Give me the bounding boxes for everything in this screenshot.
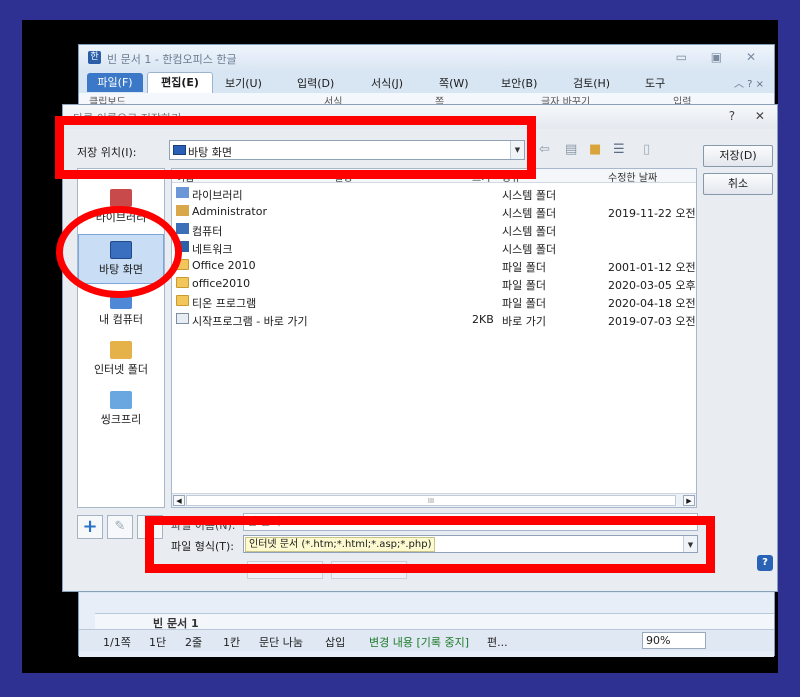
file-size: 2KB [472,313,494,326]
horizontal-scrollbar[interactable]: ◀ III ▶ [172,493,696,507]
menu-edit[interactable]: 편집(E) [147,72,213,93]
cancel-button[interactable]: 취소 [703,173,773,195]
file-type: 파일 폴더 [502,297,546,310]
file-row[interactable]: Office 2010 파일 폴더 2001-01-12 오전 1 [172,257,696,275]
back-icon[interactable]: ⇦ [539,142,550,157]
menu-format[interactable]: 서식(J) [371,75,403,91]
file-row[interactable]: 컴퓨터 시스템 폴더 [172,221,696,239]
save-button[interactable]: 저장(D) [703,145,773,167]
app-titlebar: 한 빈 문서 1 - 한컴오피스 한글 ▭ ▣ ✕ [79,45,774,71]
column-modified[interactable]: 수정한 날짜 [608,169,657,184]
hwp-logo-icon: 한 [88,51,101,64]
file-row[interactable]: office2010 파일 폴더 2020-03-05 오후 6 [172,275,696,293]
file-date: 2020-04-18 오전 1 [608,297,697,310]
file-type: 파일 폴더 [502,279,546,292]
zoom-value: 90% [646,634,671,647]
computer-icon [176,223,189,234]
status-line: 2줄 [185,636,203,649]
annotation-circle-desktop [56,206,182,298]
place-label: 내 컴퓨터 [99,313,143,326]
file-name: 라이브러리 [192,189,243,202]
file-name: Office 2010 [192,259,256,272]
scroll-right-icon[interactable]: ▶ [683,495,695,506]
status-column: 1칸 [223,636,241,649]
thinkfree-icon [110,391,132,409]
zoom-select[interactable]: 90% [642,632,706,649]
library-icon [176,187,189,198]
app-title: 빈 문서 1 - 한컴오피스 한글 [107,53,237,66]
file-name: 시작프로그램 - 바로 가기 [192,315,308,328]
folder-icon [176,277,189,288]
file-row[interactable]: 티온 프로그램 파일 폴더 2020-04-18 오전 1 [172,293,696,311]
edit-place-icon[interactable]: ✎ [107,515,133,539]
file-type: 시스템 폴더 [502,207,557,220]
file-row[interactable]: 시작프로그램 - 바로 가기 2KB 바로 가기 2019-07-03 오전 1 [172,311,696,329]
file-type: 파일 폴더 [502,261,546,274]
document-tabs: 빈 문서 1 [95,613,774,630]
status-section: 1단 [149,636,167,649]
status-track-changes[interactable]: 변경 내용 [기록 중지] [369,634,469,650]
place-label: 씽크프리 [100,413,142,426]
new-folder-icon[interactable]: ■ [589,142,601,157]
status-edit: 편... [487,636,508,649]
window-controls[interactable]: ▭ ▣ ✕ [676,50,766,64]
file-name: office2010 [192,277,251,290]
up-folder-icon[interactable]: ▤ [565,142,577,157]
annotation-rect-filetype [145,516,715,573]
view-menu-icon[interactable]: ☰ [613,142,625,157]
menu-insert[interactable]: 입력(D) [297,75,334,91]
menu-file[interactable]: 파일(F) [87,73,143,92]
file-date: 2020-03-05 오후 6 [608,279,697,292]
add-place-icon[interactable]: + [77,515,103,539]
file-date: 2019-11-22 오전 1 [608,207,697,220]
file-type: 시스템 폴더 [502,243,557,256]
file-type: 시스템 폴더 [502,189,557,202]
ribbon-controls[interactable]: ︿ ? × [734,75,764,90]
place-internet-folder[interactable]: 인터넷 폴더 [78,335,164,385]
scroll-thumb[interactable]: III [186,495,676,506]
user-folder-icon [176,205,189,216]
file-name: Administrator [192,205,267,218]
file-date: 2001-01-12 오전 1 [608,261,697,274]
help-icon[interactable]: ? [757,555,773,571]
place-label: 인터넷 폴더 [93,363,149,376]
file-type: 시스템 폴더 [502,225,557,238]
status-page[interactable]: 1/1쪽 [103,634,131,650]
dialog-controls[interactable]: ? ✕ [729,109,773,123]
file-row[interactable]: Administrator 시스템 폴더 2019-11-22 오전 1 [172,203,696,221]
menubar: 파일(F) 편집(E) 보기(U) 입력(D) 서식(J) 쪽(W) 보안(B)… [79,71,774,93]
menu-security[interactable]: 보안(B) [501,75,537,91]
file-list[interactable]: 이름 설명 크기 종류 수정한 날짜 라이브러리 시스템 폴더 Administ… [171,168,697,508]
tools-icon[interactable]: ▯ [643,142,650,157]
place-thinkfree[interactable]: 씽크프리 [78,385,164,435]
annotation-rect-location [55,116,536,179]
menu-review[interactable]: 검토(H) [573,75,610,91]
status-break: 문단 나눔 [259,636,303,649]
file-name: 티온 프로그램 [192,297,257,310]
menu-page[interactable]: 쪽(W) [439,75,469,91]
scroll-left-icon[interactable]: ◀ [173,495,185,506]
shortcut-icon [176,313,189,324]
file-type: 바로 가기 [502,315,546,328]
file-date: 2019-07-03 오전 1 [608,315,697,328]
menu-tools[interactable]: 도구 [645,75,665,91]
document-bottom-area: 빈 문서 1 1/1쪽 1단 2줄 1칸 문단 나눔 삽입 변경 내용 [기록 … [79,593,774,657]
file-row[interactable]: 라이브러리 시스템 폴더 [172,185,696,203]
file-name: 네트워크 [192,243,233,256]
file-name: 컴퓨터 [192,225,223,238]
folder-icon [176,295,189,306]
status-bar: 1/1쪽 1단 2줄 1칸 문단 나눔 삽입 변경 내용 [기록 중지] 편..… [79,629,774,651]
internet-folder-icon [110,341,132,359]
file-row[interactable]: 네트워크 시스템 폴더 [172,239,696,257]
library-icon [110,189,132,207]
status-insert[interactable]: 삽입 [325,634,345,650]
menu-view[interactable]: 보기(U) [225,75,262,91]
